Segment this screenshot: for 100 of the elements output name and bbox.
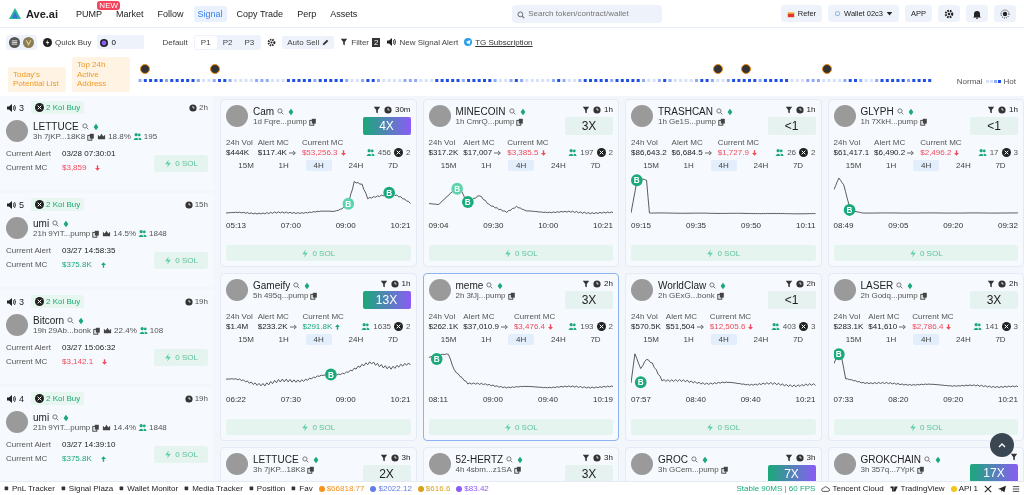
time-range-tab[interactable]: 1H [878,334,905,345]
filter-icon [372,105,381,114]
time-range-tab[interactable]: 7D [987,160,1014,171]
x-logo-icon [394,148,404,157]
nav-tab[interactable]: Assets [326,5,362,22]
status-tool-button[interactable]: PnL Tracker [4,484,55,493]
status-tool-button[interactable]: Signal Plaza [60,484,114,493]
token-signal-card[interactable]: GROKCHAIN 3h 357q...7YpK 17X [827,447,1024,481]
time-range-tab[interactable]: 1H [270,334,297,345]
signal-alert-button[interactable]: New Signal Alert [386,37,459,47]
time-range-tab[interactable]: 24H [948,334,979,345]
filter-button[interactable]: Filter 2 [340,37,381,47]
time-range-tab[interactable]: 24H [543,334,574,345]
time-range-tab[interactable]: 1H [675,334,702,345]
token-name: MINECOIN [455,106,506,117]
token-signal-card[interactable]: TRASHCAN 1h Ge1S...pump 1h <1 24h Vol $86,643.2 Alert MC $6,684.5 Current MC $1,727.9 26 2 15M 1H 4H 24H 7D B 09:15 09:35 09:50 10:11 0 SOL [625,99,822,267]
nav-tab[interactable]: Follow [153,5,188,22]
token-signal-card[interactable]: LETTUCE 3h 7jKP...18K8 3h 2X [220,447,417,481]
token-name: LASER [860,280,894,291]
preset-tab[interactable]: P2 [216,35,239,49]
alert-age: 19h [194,394,208,403]
time-range-tab[interactable]: 4H [913,334,940,345]
token-logo-icon[interactable] [741,64,751,74]
time-range-tab[interactable]: 24H [745,160,777,171]
time-range-tab[interactable]: 7D [379,334,407,345]
token-logo-icon[interactable] [210,64,220,74]
chain-toggle[interactable] [9,36,20,48]
time-range-tab[interactable]: 24H [340,160,372,171]
time-range-tab[interactable]: 4H [913,160,940,171]
time-range-tab[interactable]: 4H [305,334,332,345]
time-range-tab[interactable]: 15M [635,334,667,345]
notifications-button[interactable] [966,5,988,22]
time-range-tab[interactable]: 1H [270,160,297,171]
time-range-tab[interactable]: 15M [230,334,262,345]
time-range-tab[interactable]: 4H [508,160,535,171]
status-tool-button[interactable]: Wallet Monitor [119,484,179,493]
field-label: Current Alert [6,440,52,449]
token-signal-card[interactable]: GLYPH 1h 7XkH...pump 1h <1 24h Vol $61,417.1 Alert MC $6,490.2 Current MC $2,496.2 17 3 15M 1H 4H 24H 7D B 08:49 09:05 09:20 09:32 0 SOL [827,99,1024,267]
time-axis-label: 10:00 [538,221,559,230]
time-range-tab[interactable]: 15M [432,334,465,345]
time-range-tab[interactable]: 15M [837,160,870,171]
quick-buy-amount-field[interactable]: 0 [97,35,145,49]
time-range-tab[interactable]: 24H [543,160,574,171]
lightning-icon [706,248,715,258]
time-range-tab[interactable]: 7D [582,160,609,171]
token-signal-card[interactable]: LASER 2h Godq...pump 2h 3X 24h Vol $283.1K Alert MC $41,610 Current MC $2,786.4 141 3 15M 1H 4H 24H 7D B 07:33 08:20 09:20 10:21 0 SOL [827,273,1024,441]
filter-icon [987,105,996,114]
time-range-tab[interactable]: 15M [635,160,667,171]
token-signal-card[interactable]: meme 2h 3fJj...pump 2h 3X 24h Vol $262.1K Alert MC $37,010.9 Current MC $3,476.4 193 2 15M 1H 4H 24H 7D B 08:11 09:00 09:40 10:19 0 SOL [422,273,619,441]
time-range-tab[interactable]: 4H [305,160,332,171]
nav-tab[interactable]: Perp [293,5,321,22]
time-range-tab[interactable]: 24H [745,334,777,345]
token-logo-icon[interactable] [140,64,150,74]
time-range-tab[interactable]: 4H [710,160,737,171]
token-signal-card[interactable]: WorldClaw 2h GExG...bonk 2h <1 24h Vol $570.5K Alert MC $51,504 Current MC $12,505.6 403 3 15M 1H 4H 24H 7D B 07:57 08:40 09:40 10:21 0 SOL [625,273,822,441]
chain-toggle[interactable] [23,36,34,48]
token-address: 29Ab...bonk [48,326,92,335]
tg-subscription-link[interactable]: TG Subscription [464,37,533,47]
token-logo-icon[interactable] [713,64,723,74]
time-range-tab[interactable]: 15M [432,160,465,171]
time-range-tab[interactable]: 1H [473,160,500,171]
theme-button[interactable] [994,5,1016,22]
status-tool-button[interactable]: Fav [291,484,313,493]
token-signal-card[interactable]: Gameify 5h 495q...pump 1h 13X 24h Vol $1.4M Alert MC $233.2K Current MC $291.8K 1635 2 15M 1H 4H 24H 7D B 06:22 07:30 09:00 10:21 0 SOL [220,273,417,441]
nav-tab[interactable]: Signal [193,5,227,22]
token-signal-card[interactable]: Cam 1d Fqre...pump 30m 4X 24h Vol $444K Alert MC $117.4K Current MC $53,256.3 456 2 15M 1H 4H 24H 7D B B 05:13 07:00 09:00 10:21 0 SOL [220,99,417,267]
time-range-tab[interactable]: 7D [987,334,1014,345]
time-range-tab[interactable]: 24H [948,160,979,171]
preset-tab[interactable]: P3 [238,35,261,49]
status-tool-button[interactable]: Media Tracker [184,484,243,493]
time-range-tab[interactable]: 4H [508,334,535,345]
nav-tab[interactable]: Copy Trade [232,5,288,22]
wallet-status-icon [834,10,842,17]
preset-tab[interactable]: P1 [194,35,217,49]
settings-button[interactable] [938,5,960,22]
token-signal-card[interactable]: MINECOIN 1h CmrQ...pump 1h 3X 24h Vol $317.2K Alert MC $17,007 Current MC $3,385.5 197 2 15M 1H 4H 24H 7D B B 09:04 09:30 10:00 10:21 0 SOL [422,99,619,267]
time-range-tab[interactable]: 15M [230,160,262,171]
time-range-tab[interactable]: 7D [582,334,609,345]
time-range-tab[interactable]: 24H [340,334,372,345]
x-logo-icon[interactable] [984,484,992,493]
telegram-icon[interactable] [998,484,1006,493]
time-range-tab[interactable]: 7D [379,160,407,171]
time-range-tab[interactable]: 7D [784,160,812,171]
status-tool-button[interactable]: Position [248,484,286,493]
time-range-tab[interactable]: 7D [784,334,812,345]
time-range-tab[interactable]: 1H [675,160,702,171]
time-range-tab[interactable]: 4H [710,334,737,345]
time-range-tab[interactable]: 1H [878,160,905,171]
settings-button[interactable] [267,37,277,47]
token-signal-card[interactable]: 52-HERTZ 4h 4sbm...z1SA 3h 3X [422,447,619,481]
token-signal-card[interactable]: GROC 3h GCem...pump 3h 7X [625,447,822,481]
search-field[interactable]: Search token/contract/wallet [512,4,663,23]
token-logo-icon[interactable] [822,64,832,74]
new-badge: NEW [97,0,121,10]
token-name: GROC [658,454,688,465]
time-range-tab[interactable]: 1H [473,334,500,345]
menu-icon[interactable] [1012,484,1020,493]
copy-icon [720,465,729,474]
time-range-tab[interactable]: 15M [837,334,870,345]
auto-sell-button[interactable]: Auto Sell [282,35,335,49]
